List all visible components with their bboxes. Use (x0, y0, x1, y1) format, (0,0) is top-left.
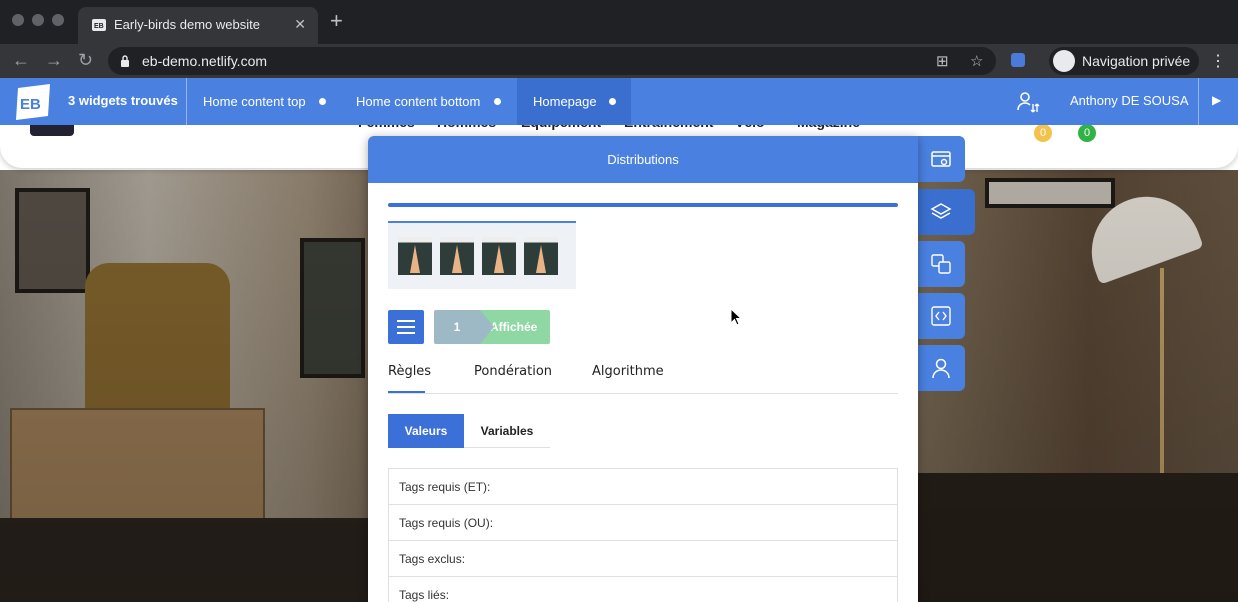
product-thumbnail[interactable] (482, 237, 516, 275)
distribution-status[interactable]: Affichée 1 (434, 310, 550, 344)
bookmark-star-icon[interactable]: ☆ (970, 52, 983, 70)
url-text: eb-demo.netlify.com (142, 53, 268, 69)
browser-toolbar: ← → ↻ eb-demo.netlify.com ⊞ ☆ Navigation… (0, 44, 1238, 78)
status-dot (319, 98, 326, 105)
widget-tab-label: Homepage (533, 94, 597, 109)
svg-text:EB: EB (20, 96, 41, 113)
tab-title: Early-birds demo website (114, 17, 260, 32)
plus-icon[interactable]: + (330, 10, 343, 32)
menu-icon (397, 332, 415, 334)
panel-title: Distributions (368, 136, 918, 183)
tab-close-icon[interactable]: ✕ (294, 16, 306, 33)
svg-text:EB: EB (94, 23, 104, 30)
rule-row-tags-excluded[interactable]: Tags exclus: (389, 541, 897, 577)
rule-row-tags-required-or[interactable]: Tags requis (OU): (389, 505, 897, 541)
browser-tab-bar: EB Early-birds demo website ✕ + (0, 0, 1238, 44)
product-thumbnail[interactable] (524, 237, 558, 275)
code-icon (931, 306, 951, 326)
user-icon (932, 358, 950, 379)
rule-row-tags-linked[interactable]: Tags liés: (389, 577, 897, 602)
status-dot (609, 98, 616, 105)
widget-tab-home-content-top[interactable]: Home content top (187, 78, 340, 125)
close-window-button[interactable] (12, 14, 24, 26)
product-thumbnails[interactable] (388, 221, 576, 289)
widget-tab-home-content-bottom[interactable]: Home content bottom (340, 78, 517, 125)
maximize-window-button[interactable] (52, 14, 64, 26)
translate-icon (931, 254, 951, 274)
reload-icon[interactable]: ↻ (78, 50, 93, 70)
browser-menu-icon[interactable]: ⋮ (1210, 51, 1226, 71)
status-number: 1 (434, 310, 480, 344)
chevron-right-icon[interactable]: ▶ (1212, 93, 1221, 107)
eb-toolbar: EB 3 widgets trouvés Home content top Ho… (0, 78, 1238, 125)
lock-icon (121, 55, 129, 67)
extension-icon[interactable] (1011, 53, 1025, 67)
config-icon (931, 151, 951, 167)
variables-button[interactable]: Variables (464, 414, 550, 448)
incognito-icon (1053, 50, 1075, 72)
distributions-panel: Distributions Affichée 1 Règles Pondérat… (368, 136, 918, 602)
user-button[interactable] (918, 345, 965, 391)
rules-list: Tags requis (ET): Tags requis (OU): Tags… (388, 468, 898, 602)
widget-tab-label: Home content top (203, 94, 306, 109)
product-thumbnail[interactable] (440, 237, 474, 275)
switch-user-icon[interactable] (1016, 90, 1040, 114)
menu-icon (397, 320, 415, 322)
tab-algorithme[interactable]: Algorithme (592, 364, 664, 379)
wishlist-badge: 0 (1034, 124, 1052, 142)
valeurs-button[interactable]: Valeurs (388, 414, 464, 448)
panel-tabs: Règles Pondération Algorithme (388, 356, 898, 394)
translate-page-icon[interactable]: ⊞ (936, 52, 949, 70)
code-button[interactable] (918, 293, 965, 339)
translate-button[interactable] (918, 241, 965, 287)
config-button[interactable] (918, 136, 965, 182)
progress-bar (388, 203, 898, 207)
back-icon[interactable]: ← (12, 50, 30, 70)
cart-badge: 0 (1078, 124, 1096, 142)
minimize-window-button[interactable] (32, 14, 44, 26)
widget-tab-label: Home content bottom (356, 94, 481, 109)
active-tab-indicator (388, 391, 425, 393)
product-thumbnail[interactable] (398, 237, 432, 275)
eb-favicon-icon: EB (92, 19, 106, 31)
layers-icon (930, 203, 952, 219)
forward-icon[interactable]: → (45, 50, 63, 70)
browser-tab[interactable]: EB Early-birds demo website ✕ (78, 7, 318, 44)
address-bar[interactable]: eb-demo.netlify.com ⊞ ☆ (108, 47, 996, 75)
layers-button[interactable] (918, 189, 975, 235)
divider (1198, 78, 1199, 125)
widget-tab-homepage[interactable]: Homepage (517, 78, 631, 125)
menu-icon (397, 326, 415, 328)
tab-ponderation[interactable]: Pondération (474, 364, 552, 379)
eb-logo-icon: EB (16, 84, 50, 120)
status-dot (494, 98, 501, 105)
status-chevron (480, 310, 494, 344)
incognito-label: Navigation privée (1082, 53, 1191, 69)
tab-regles[interactable]: Règles (388, 364, 431, 379)
mouse-cursor-icon (730, 308, 742, 326)
rule-row-tags-required-and[interactable]: Tags requis (ET): (389, 469, 897, 505)
user-name[interactable]: Anthony DE SOUSA (1070, 93, 1189, 108)
widgets-count: 3 widgets trouvés (68, 93, 178, 108)
incognito-indicator[interactable]: Navigation privée (1049, 47, 1199, 75)
hamburger-menu-button[interactable] (388, 310, 424, 344)
